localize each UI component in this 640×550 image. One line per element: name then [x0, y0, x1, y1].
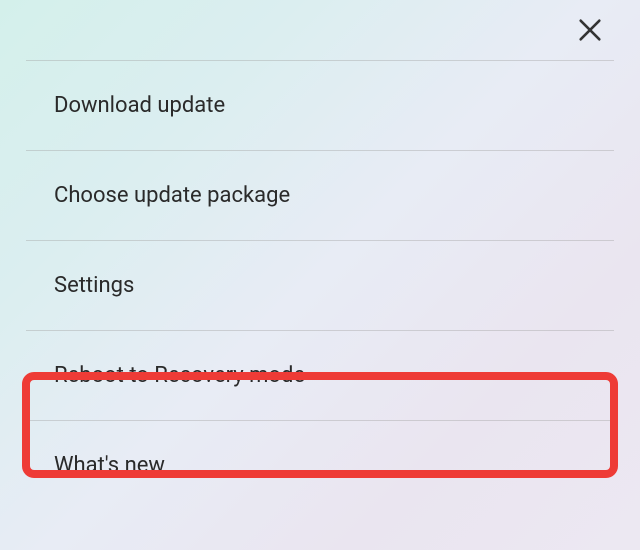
menu-item-label: What's new — [54, 453, 165, 478]
menu-item-reboot-recovery[interactable]: Reboot to Recovery mode — [0, 331, 640, 420]
menu-item-label: Reboot to Recovery mode — [54, 363, 305, 388]
close-button[interactable] — [570, 12, 610, 52]
menu-item-settings[interactable]: Settings — [0, 241, 640, 330]
close-icon — [576, 16, 604, 48]
menu-item-label: Choose update package — [54, 183, 290, 208]
menu-item-whats-new[interactable]: What's new — [0, 421, 640, 510]
menu-item-label: Download update — [54, 93, 225, 118]
menu-list: Download update Choose update package Se… — [0, 0, 640, 510]
menu-item-choose-update-package[interactable]: Choose update package — [0, 151, 640, 240]
menu-item-label: Settings — [54, 273, 134, 298]
menu-item-download-update[interactable]: Download update — [0, 61, 640, 150]
